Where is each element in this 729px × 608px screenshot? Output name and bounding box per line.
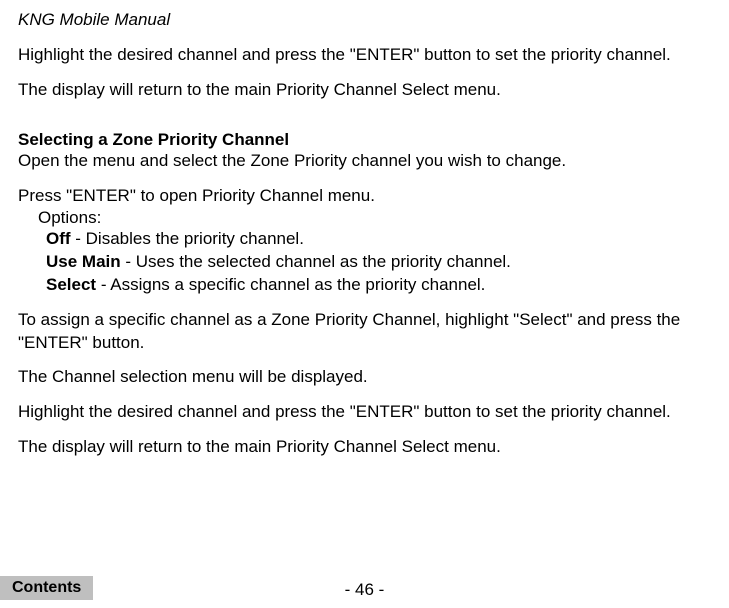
section-heading: Selecting a Zone Priority Channel bbox=[18, 130, 711, 150]
paragraph: Open the menu and select the Zone Priori… bbox=[18, 150, 711, 173]
option-name: Off bbox=[46, 229, 71, 248]
option-item: Select - Assigns a specific channel as t… bbox=[46, 274, 711, 297]
options-label: Options: bbox=[38, 208, 711, 228]
paragraph: The Channel selection menu will be displ… bbox=[18, 366, 711, 389]
option-desc: - Disables the priority channel. bbox=[71, 229, 304, 248]
option-name: Select bbox=[46, 275, 96, 294]
footer: - 46 - Contents bbox=[0, 580, 729, 600]
option-item: Off - Disables the priority channel. bbox=[46, 228, 711, 251]
document-header: KNG Mobile Manual bbox=[18, 10, 711, 30]
paragraph: The display will return to the main Prio… bbox=[18, 79, 711, 102]
option-desc: - Assigns a specific channel as the prio… bbox=[96, 275, 485, 294]
contents-button[interactable]: Contents bbox=[0, 576, 93, 600]
option-desc: - Uses the selected channel as the prior… bbox=[121, 252, 511, 271]
paragraph: Highlight the desired channel and press … bbox=[18, 44, 711, 67]
page-number: - 46 - bbox=[0, 580, 729, 600]
paragraph: Highlight the desired channel and press … bbox=[18, 401, 711, 424]
option-item: Use Main - Uses the selected channel as … bbox=[46, 251, 711, 274]
option-name: Use Main bbox=[46, 252, 121, 271]
paragraph: The display will return to the main Prio… bbox=[18, 436, 711, 459]
paragraph: To assign a specific channel as a Zone P… bbox=[18, 309, 711, 355]
paragraph: Press "ENTER" to open Priority Channel m… bbox=[18, 185, 711, 208]
